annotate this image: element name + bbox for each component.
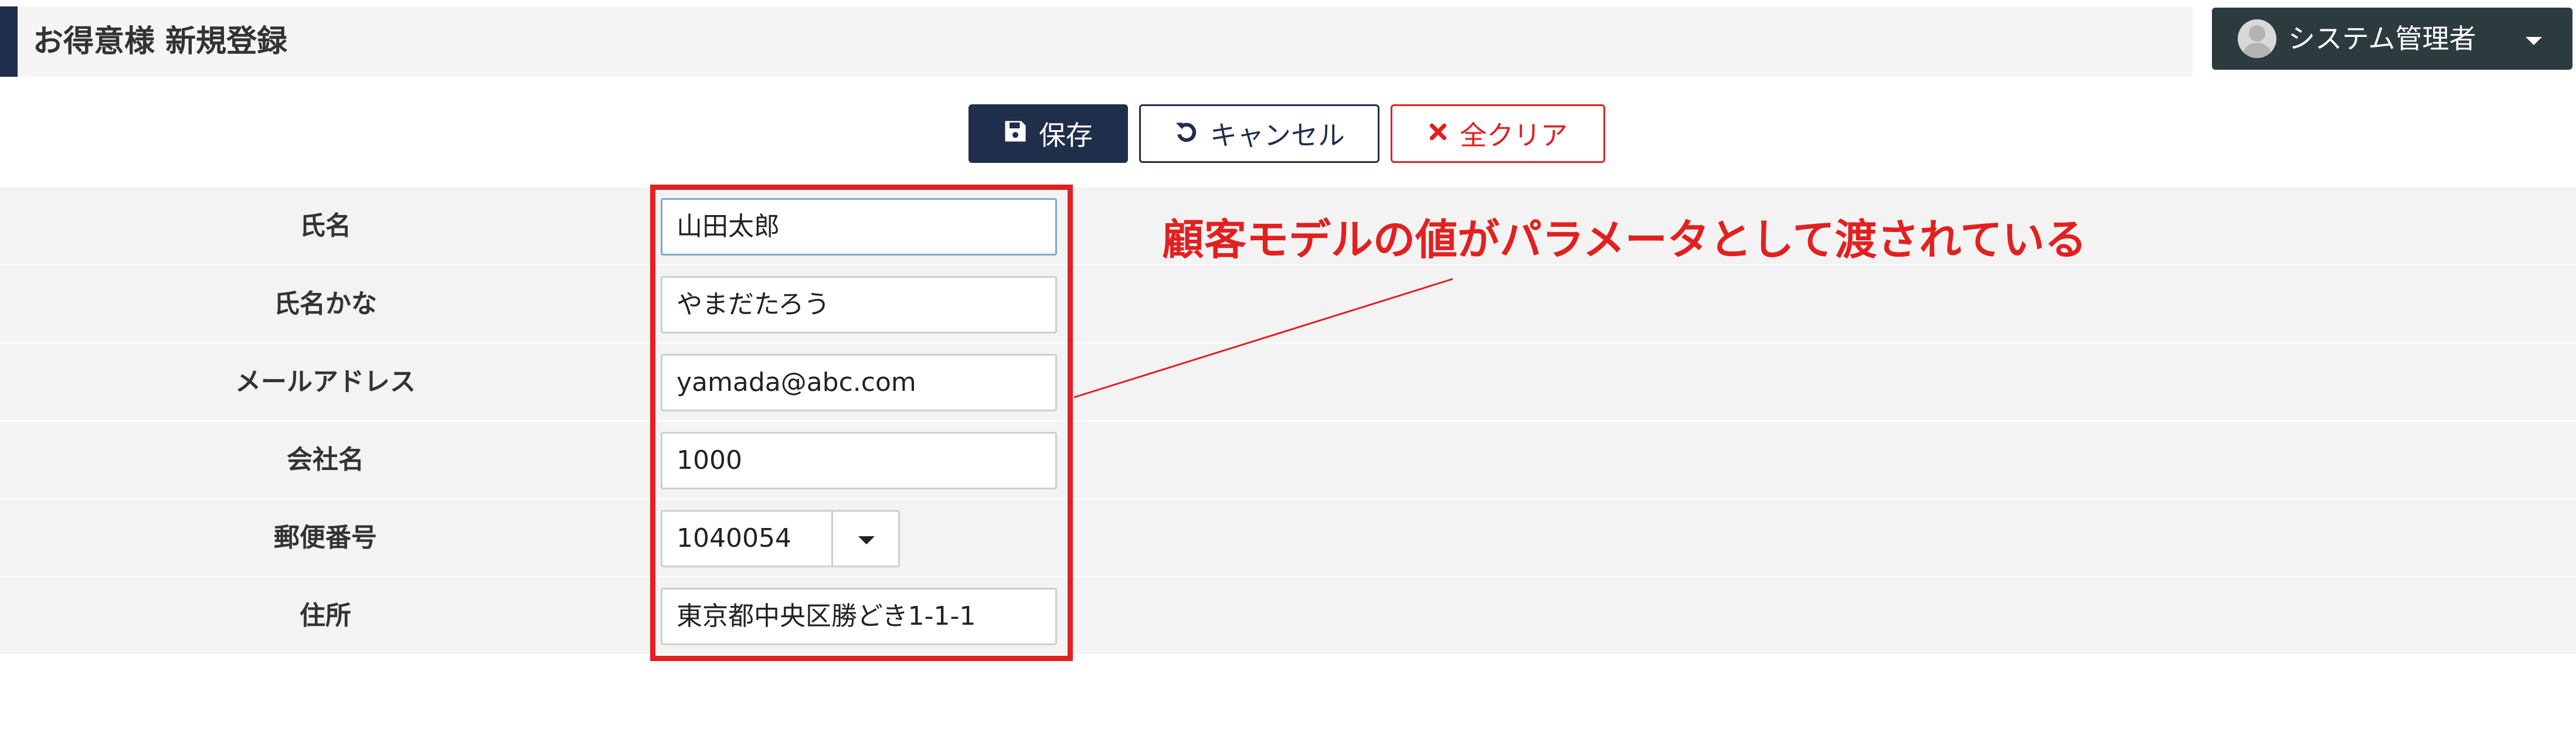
- annotation-text: 顧客モデルの値がパラメータとして渡されている: [1162, 215, 2087, 264]
- annotation-line: [1073, 278, 1453, 399]
